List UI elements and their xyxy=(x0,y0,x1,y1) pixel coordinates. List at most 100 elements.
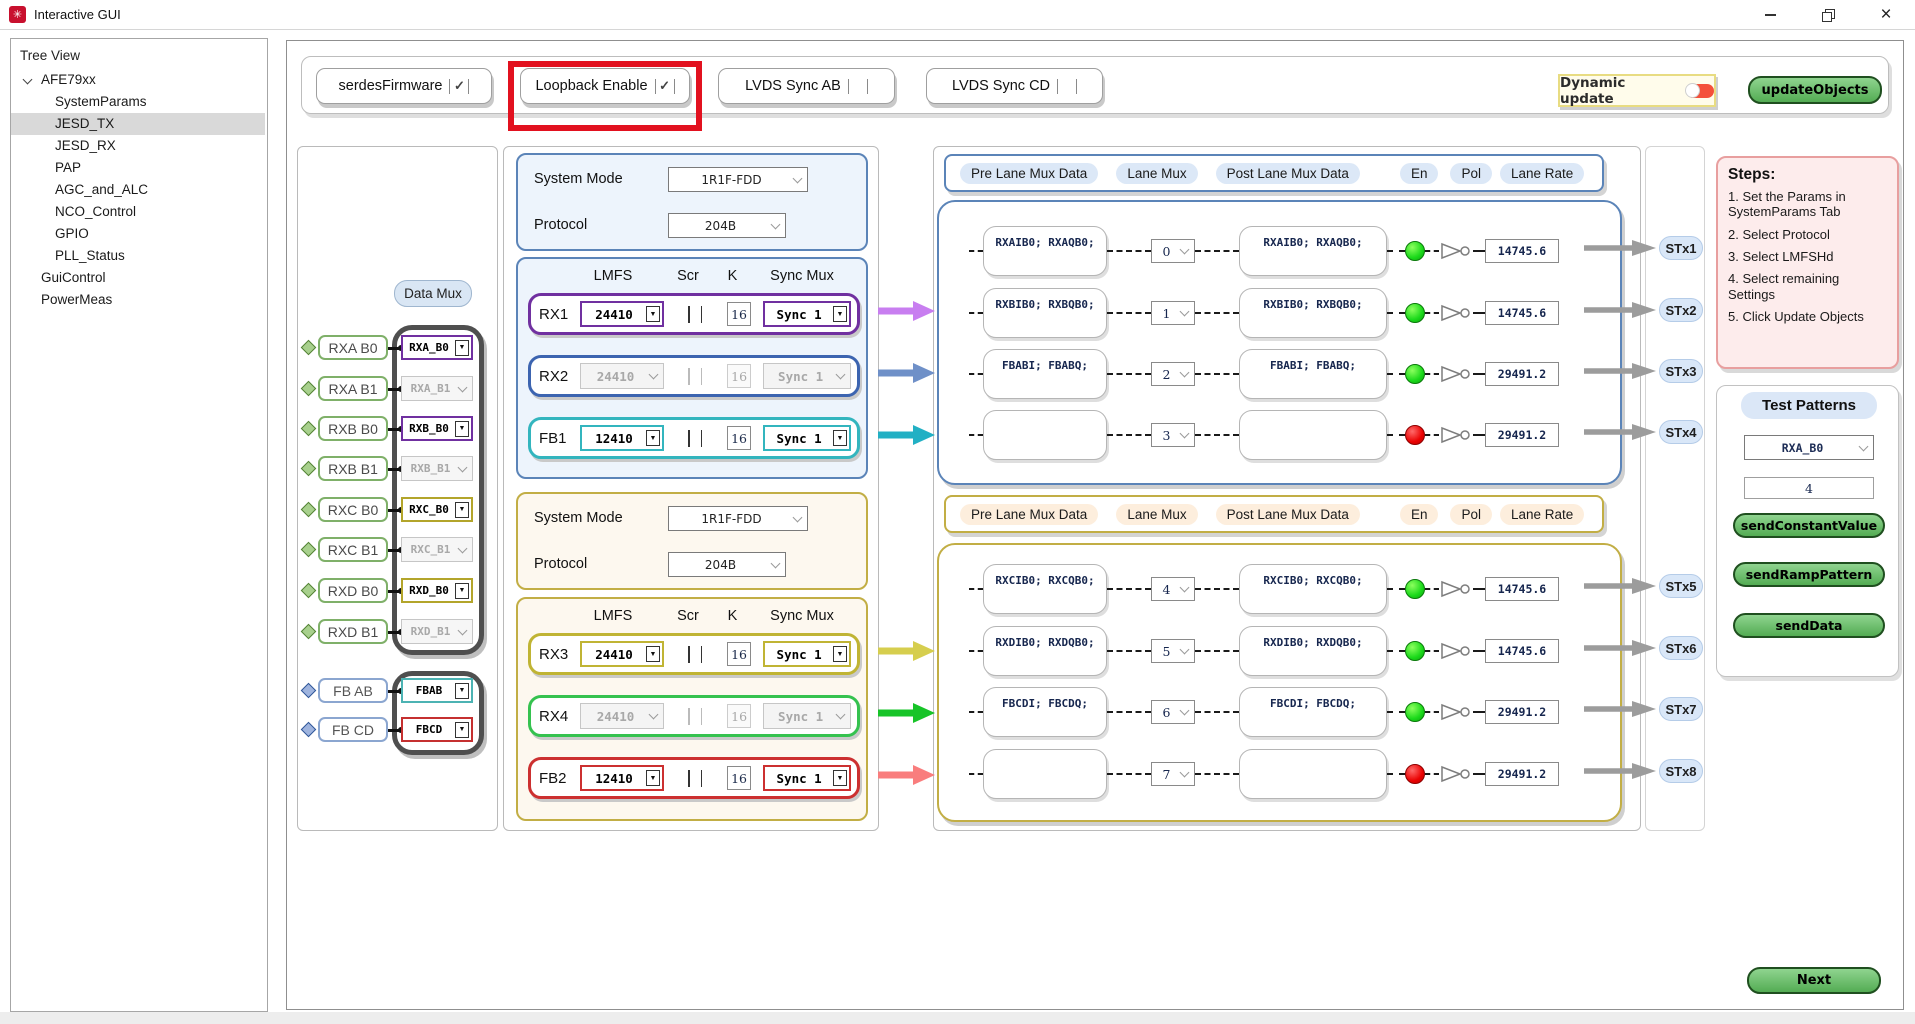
data-mux-row: RXA B1RXA_B1 xyxy=(298,376,497,402)
polarity-inverter-icon xyxy=(1439,580,1473,598)
mux-channel-select[interactable]: FBAB▼ xyxy=(401,678,473,703)
toggle-button-lvds-sync-ab[interactable]: LVDS Sync AB xyxy=(718,68,895,104)
mux-channel-select[interactable]: RXD_B0▼ xyxy=(401,578,473,603)
system-mode-select[interactable]: 1R1F-FDD xyxy=(668,167,808,192)
dash-connector xyxy=(1387,312,1405,314)
tree-item-label: AFE79xx xyxy=(41,72,96,87)
sidebar-item-agc_and_alc[interactable]: AGC_and_ALC xyxy=(11,179,267,201)
data-mux-row: RXC B0RXC_B0▼ xyxy=(298,497,497,523)
lane-mux-select[interactable]: 6 xyxy=(1151,700,1195,724)
lmfs-column-headers: LMFSScrKSync Mux xyxy=(526,608,858,624)
test-pattern-channel-select[interactable]: RXA_B0 xyxy=(1744,435,1874,460)
lane-mux-select[interactable]: 5 xyxy=(1151,639,1195,663)
lane-group-arrow xyxy=(877,299,935,328)
lmfs-select[interactable]: 24410▼ xyxy=(580,641,664,667)
stx-label-stx5: STx5 xyxy=(1659,574,1703,598)
lmfs-select[interactable]: 12410▼ xyxy=(580,765,664,791)
enable-led-off xyxy=(1405,425,1425,445)
application-window: ✳ Interactive GUI × Tree View AFE79xxSys… xyxy=(0,0,1915,1024)
lmfs-box: LMFSScrKSync MuxRX124410▼16Sync 1▼RX2244… xyxy=(516,257,868,479)
chevron-down-icon xyxy=(458,625,468,635)
lane-mux-select[interactable]: 0 xyxy=(1151,239,1195,263)
toggle-button-loopback-enable[interactable]: Loopback Enable✓ xyxy=(520,68,690,104)
next-button[interactable]: Next xyxy=(1747,967,1881,994)
header-pill-lane-mux: Lane Mux xyxy=(1116,163,1197,184)
lane-mux-select[interactable]: 4 xyxy=(1151,577,1195,601)
sidebar-item-pll_status[interactable]: PLL_Status xyxy=(11,245,267,267)
col-sync-mux: Sync Mux xyxy=(757,268,847,284)
window-controls: × xyxy=(1741,0,1915,30)
pre-lane-mux-data: RXBIB0; RXBQB0; xyxy=(983,288,1107,338)
close-button[interactable]: × xyxy=(1857,0,1915,30)
sidebar-item-guicontrol[interactable]: GuiControl xyxy=(11,267,267,289)
stx-arrow xyxy=(1584,361,1656,386)
restore-button[interactable] xyxy=(1799,0,1857,30)
connector-line xyxy=(388,590,399,593)
sidebar-item-powermeas[interactable]: PowerMeas xyxy=(11,289,267,311)
protocol-select[interactable]: 204B xyxy=(668,213,786,238)
chevron-down-icon xyxy=(836,370,846,380)
lane-mux-select[interactable]: 1 xyxy=(1151,301,1195,325)
chevron-down-icon xyxy=(1180,429,1190,439)
sync-mux-select[interactable]: Sync 1▼ xyxy=(763,301,851,327)
minimize-button[interactable] xyxy=(1741,0,1799,30)
scr-indicator xyxy=(676,770,715,787)
dynamic-update-toggle[interactable]: Dynamic update xyxy=(1558,74,1716,107)
dash-connector xyxy=(1473,250,1485,252)
sidebar-item-pap[interactable]: PAP xyxy=(11,157,267,179)
mux-channel-select[interactable]: RXA_B0▼ xyxy=(401,335,473,360)
k-value: 16 xyxy=(727,642,751,666)
sidebar-item-jesd_tx[interactable]: JESD_TX xyxy=(11,113,265,135)
post-lane-mux-data: FBABI; FBABQ; xyxy=(1239,349,1387,399)
sync-mux-select[interactable]: Sync 1▼ xyxy=(763,641,851,667)
dash-connector xyxy=(1425,250,1439,252)
data-mux-row: RXC B1RXC_B1 xyxy=(298,537,497,563)
test-pattern-channel-value: RXA_B0 xyxy=(1745,441,1860,455)
lane-mux-select[interactable]: 2 xyxy=(1151,362,1195,386)
dash-connector xyxy=(969,773,983,775)
lane-mux-select[interactable]: 7 xyxy=(1151,762,1195,786)
sidebar-item-systemparams[interactable]: SystemParams xyxy=(11,91,267,113)
chevron-down-icon xyxy=(771,558,781,568)
send-ramp-pattern-button[interactable]: sendRampPattern xyxy=(1733,562,1885,587)
sidebar-item-nco_control[interactable]: NCO_Control xyxy=(11,201,267,223)
scr-indicator xyxy=(676,368,715,385)
toggle-switch-icon[interactable] xyxy=(1686,84,1714,98)
mux-channel-select[interactable]: RXC_B0▼ xyxy=(401,497,473,522)
lmfs-select[interactable]: 12410▼ xyxy=(580,425,664,451)
lmfs-select[interactable]: 24410▼ xyxy=(580,301,664,327)
k-value: 16 xyxy=(727,704,751,728)
sidebar-item-gpio[interactable]: GPIO xyxy=(11,223,267,245)
protocol-select[interactable]: 204B xyxy=(668,552,786,577)
send-constant-value-button[interactable]: sendConstantValue xyxy=(1733,513,1885,538)
polarity-inverter-icon xyxy=(1439,642,1473,660)
mux-channel-select[interactable]: FBCD▼ xyxy=(401,717,473,742)
update-objects-button[interactable]: updateObjects xyxy=(1748,76,1882,104)
dropdown-arrow-icon: ▼ xyxy=(646,430,660,446)
protocol-value: 204B xyxy=(669,558,772,572)
diamond-icon xyxy=(301,624,317,640)
toggle-button-lvds-sync-cd[interactable]: LVDS Sync CD xyxy=(926,68,1103,104)
send-data-button[interactable]: sendData xyxy=(1733,613,1885,638)
toggle-button-serdesfirmware[interactable]: serdesFirmware✓ xyxy=(316,68,492,104)
scr-indicator xyxy=(676,646,715,663)
data-mux-row: FB AB FBAB▼ xyxy=(298,678,497,704)
test-pattern-value-input[interactable] xyxy=(1744,477,1874,499)
dash-connector xyxy=(1195,250,1239,252)
sync-mux-select[interactable]: Sync 1▼ xyxy=(763,765,851,791)
dash-connector xyxy=(1473,434,1485,436)
sync-mux-select[interactable]: Sync 1▼ xyxy=(763,425,851,451)
pre-lane-mux-data: RXCIB0; RXCQB0; xyxy=(983,564,1107,614)
diamond-icon xyxy=(301,340,317,356)
mux-channel-value: RXC_B1 xyxy=(402,543,459,556)
close-icon: × xyxy=(1880,5,1891,24)
col-scr: Scr xyxy=(668,608,708,624)
sidebar-item-jesd_rx[interactable]: JESD_RX xyxy=(11,135,267,157)
mux-channel-value: RXD_B0 xyxy=(403,584,455,597)
lane-mux-select[interactable]: 3 xyxy=(1151,423,1195,447)
chevron-down-icon xyxy=(1180,706,1190,716)
mux-channel-select[interactable]: RXB_B0▼ xyxy=(401,416,473,441)
mux-source-label: FB AB xyxy=(318,678,388,703)
system-mode-select[interactable]: 1R1F-FDD xyxy=(668,506,808,531)
sidebar-item-afe79xx[interactable]: AFE79xx xyxy=(11,69,267,91)
